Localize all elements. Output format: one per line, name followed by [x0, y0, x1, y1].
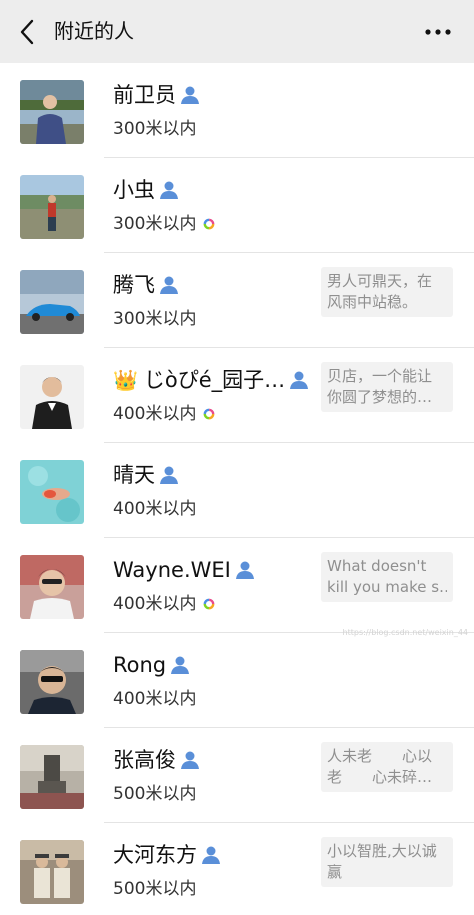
- moments-icon: [204, 598, 215, 610]
- person-name: Rong: [113, 653, 167, 677]
- person-icon: [290, 371, 309, 389]
- back-button[interactable]: [12, 16, 42, 48]
- list-item[interactable]: 大河东方 500米以内 小以智胜,大以诚 赢: [0, 823, 474, 915]
- list-item[interactable]: Wayne.WEI 400米以内 What doesn't kill you m…: [0, 538, 474, 633]
- avatar: [20, 745, 84, 809]
- person-name: 张高俊: [113, 748, 176, 772]
- moments-icon: [204, 218, 215, 230]
- crown-emoji: 👑: [113, 368, 138, 392]
- list-item[interactable]: 腾飞 300米以内 男人可鼎天，在 风雨中站稳。: [0, 253, 474, 348]
- person-icon: [181, 86, 199, 104]
- distance-label: 500米以内: [113, 879, 197, 899]
- list-item[interactable]: 前卫员 300米以内: [0, 63, 474, 158]
- list-item[interactable]: Rong 400米以内: [0, 633, 474, 728]
- avatar: [20, 270, 84, 334]
- distance-label: 500米以内: [113, 784, 197, 804]
- list-item[interactable]: 张高俊 500米以内 人未老 心以 老 心未碎…: [0, 728, 474, 823]
- person-name: じòぴé_园子…: [143, 368, 286, 392]
- person-icon: [202, 846, 220, 864]
- signature-preview: 人未老 心以 老 心未碎…: [321, 742, 453, 792]
- watermark: https://blog.csdn.net/weixin_44: [342, 628, 468, 637]
- navigation-bar: 附近的人: [0, 0, 474, 63]
- distance-label: 400米以内: [113, 499, 197, 519]
- person-icon: [160, 466, 178, 484]
- page-title: 附近的人: [54, 19, 134, 43]
- person-icon: [235, 561, 254, 579]
- person-icon: [160, 276, 178, 294]
- person-name: 前卫员: [113, 83, 176, 107]
- avatar: [20, 460, 84, 524]
- person-icon: [160, 181, 178, 199]
- ellipsis-icon: [425, 29, 451, 35]
- more-button[interactable]: [420, 18, 456, 46]
- avatar: [20, 365, 84, 429]
- signature-preview: 贝店，一个能让 你圆了梦想的…: [321, 362, 453, 412]
- moments-icon: [204, 408, 215, 420]
- avatar: [20, 840, 84, 904]
- person-name: 小虫: [113, 178, 155, 202]
- distance-label: 300米以内: [113, 309, 197, 329]
- list-item[interactable]: 👑 じòぴé_园子… 400米以内 贝店，一个能让 你圆了梦想的…: [0, 348, 474, 443]
- distance-label: 400米以内: [113, 404, 197, 424]
- chevron-left-icon: [20, 19, 34, 45]
- distance-label: 300米以内: [113, 119, 197, 139]
- distance-label: 400米以内: [113, 594, 197, 614]
- list-item[interactable]: 晴天 400米以内: [0, 443, 474, 538]
- avatar: [20, 80, 84, 144]
- avatar: [20, 650, 84, 714]
- signature-preview: 小以智胜,大以诚 赢: [321, 837, 453, 887]
- person-name: 腾飞: [113, 273, 155, 297]
- signature-preview: 男人可鼎天，在 风雨中站稳。: [321, 267, 453, 317]
- person-icon: [181, 751, 199, 769]
- avatar: [20, 175, 84, 239]
- avatar: [20, 555, 84, 619]
- person-name: 晴天: [113, 463, 155, 487]
- signature-preview: What doesn't kill you make s…: [321, 552, 453, 602]
- list-item[interactable]: 小虫 300米以内: [0, 158, 474, 253]
- nearby-people-list: 前卫员 300米以内 小虫 300米以内 腾飞 300米以内 男人可鼎天，在 风…: [0, 63, 474, 915]
- person-name: 大河东方: [113, 843, 197, 867]
- distance-label: 300米以内: [113, 214, 197, 234]
- person-name: Wayne.WEI: [113, 558, 231, 582]
- person-icon: [171, 656, 190, 674]
- distance-label: 400米以内: [113, 689, 197, 709]
